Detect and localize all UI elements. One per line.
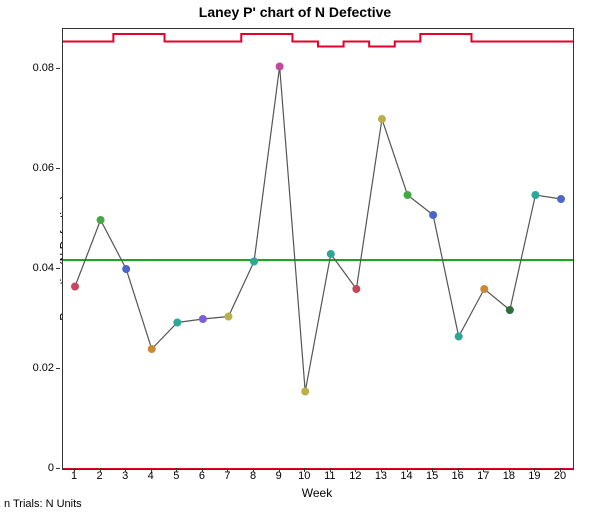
data-point: [225, 313, 232, 320]
data-point: [506, 307, 513, 314]
y-tick-label: 0.08: [33, 62, 54, 74]
y-axis-ticks: 00.020.040.060.08: [0, 28, 60, 468]
data-point: [353, 286, 360, 293]
data-point: [174, 319, 181, 326]
chart-title: Laney P' chart of N Defective: [0, 4, 590, 20]
x-axis-ticks: 1234567891011121314151617181920: [62, 470, 572, 486]
data-point: [72, 283, 79, 290]
data-point: [148, 346, 155, 353]
data-point: [455, 333, 462, 340]
y-tick-label: 0.04: [33, 262, 54, 274]
y-tick-label: 0.06: [33, 162, 54, 174]
plot-area: [62, 28, 574, 470]
x-axis-label: Week: [62, 486, 572, 500]
data-line: [75, 67, 561, 392]
y-tick-label: 0.02: [33, 362, 54, 374]
data-point: [276, 63, 283, 70]
data-point: [302, 388, 309, 395]
data-point: [97, 217, 104, 224]
data-point: [532, 192, 539, 199]
data-point: [123, 266, 130, 273]
chart-svg: [63, 29, 573, 469]
ucl-line: [63, 34, 573, 47]
data-point: [199, 316, 206, 323]
data-point: [378, 116, 385, 123]
data-point: [481, 286, 488, 293]
chart-container: Laney P' chart of N Defective Proportion…: [0, 0, 590, 515]
data-point: [404, 192, 411, 199]
chart-footnote: n Trials: N Units: [4, 498, 82, 510]
data-point: [558, 196, 565, 203]
y-tick-label: 0: [48, 462, 54, 474]
data-point: [251, 258, 258, 265]
data-point: [327, 251, 334, 258]
data-point: [430, 212, 437, 219]
